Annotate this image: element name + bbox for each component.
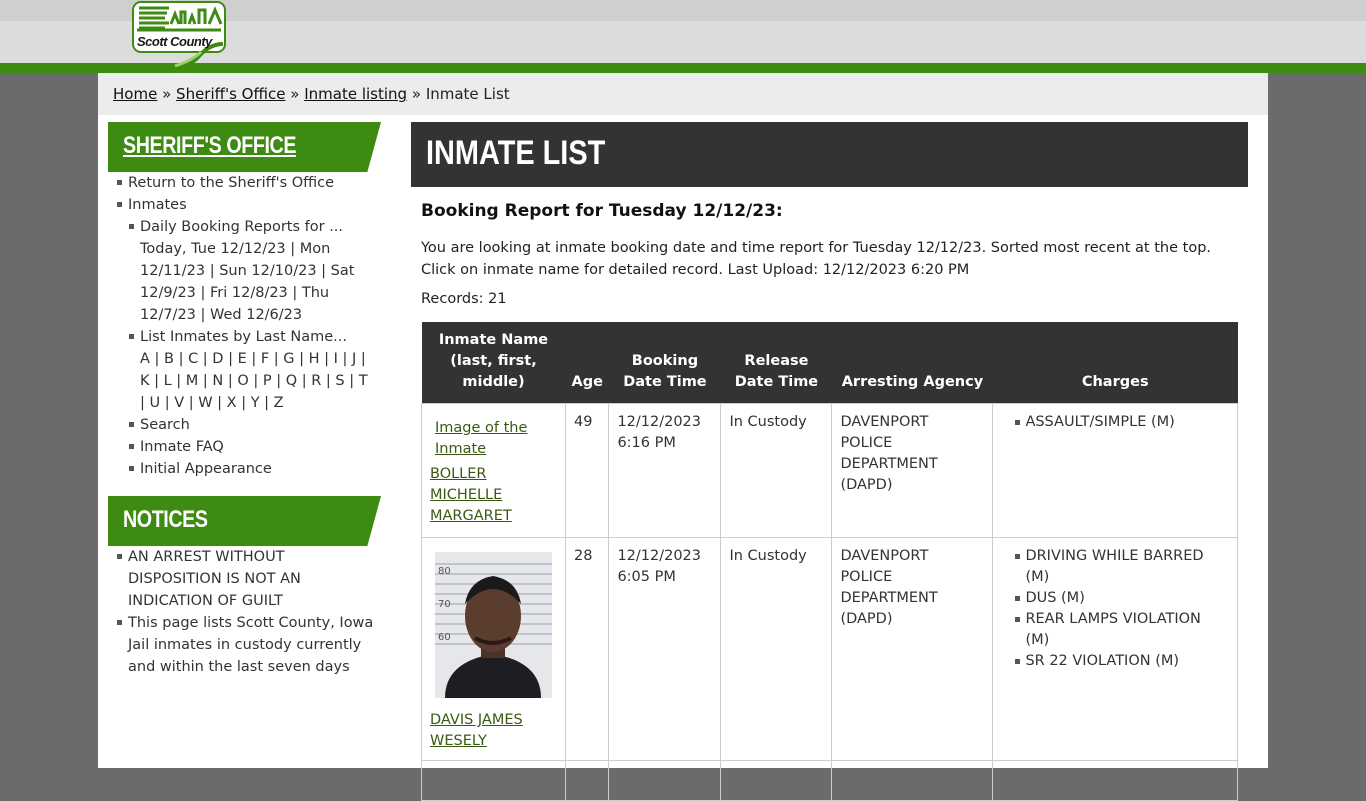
column-header-booking: Booking Date Time [608, 322, 721, 404]
inmate-name-link[interactable]: BOLLER MICHELLE MARGARET [430, 466, 512, 524]
column-header-agency: Arresting Agency [831, 322, 993, 404]
inmate-name-link[interactable]: DAVIS JAMES WESELY [430, 712, 523, 749]
description-line: Click on inmate name for detailed record… [421, 262, 970, 278]
age-cell: 28 [564, 537, 610, 761]
breadcrumb: Home » Sheriff's Office » Inmate listing… [98, 73, 1268, 115]
sidebar-item-return[interactable]: Return to the Sheriff's Office [116, 172, 376, 194]
notice-text: This page lists Scott County, Iowa Jail … [128, 615, 374, 675]
column-header-charges: Charges [992, 322, 1238, 404]
column-header-release: Release Date Time [720, 322, 832, 404]
report-title: Booking Report for Tuesday 12/12/23: [421, 201, 783, 221]
report-description: You are looking at inmate booking date a… [421, 237, 1221, 281]
sidebar-item-label: Inmate FAQ [140, 439, 224, 455]
breadcrumb-separator: » [290, 85, 300, 103]
agency-cell: DAVENPORT POLICE DEPARTMENT (DAPD) [831, 403, 994, 538]
breadcrumb-listing-link[interactable]: Inmate listing [304, 85, 407, 103]
svg-text:60: 60 [438, 632, 451, 643]
sidebar-item-label: Search [140, 417, 190, 433]
inmate-name-cell: 80 70 60 DAVIS JAMES WESELY [421, 537, 566, 761]
sidebar-item-search[interactable]: Search [128, 414, 376, 436]
page-title-text: INMATE LIST [426, 134, 606, 172]
charge-item: ASSAULT/SIMPLE (M) [1015, 412, 1229, 433]
charges-cell [992, 760, 1238, 801]
charge-item: SR 22 VIOLATION (M) [1015, 651, 1229, 672]
sidebar-notices-heading: NOTICES [108, 496, 381, 546]
breadcrumb-home-link[interactable]: Home [113, 85, 157, 103]
sidebar-item-label: Daily Booking Reports for ... [140, 219, 344, 235]
breadcrumb-separator: » [162, 85, 172, 103]
sidebar-item-label: Inmates [128, 197, 187, 213]
age-cell [564, 760, 610, 801]
sidebar-item-list-by-name[interactable]: List Inmates by Last Name... A | B | C |… [128, 326, 376, 414]
charge-item: DUS (M) [1015, 588, 1229, 609]
breadcrumb-sheriff-link[interactable]: Sheriff's Office [176, 85, 285, 103]
daily-report-day-links[interactable]: Today, Tue 12/12/23 | Mon 12/11/23 | Sun… [140, 241, 354, 323]
release-cell [720, 760, 833, 801]
release-cell: In Custody [720, 537, 833, 761]
notice-text: AN ARREST WITHOUT DISPOSITION IS NOT AN … [128, 549, 301, 609]
inmate-photo-image: 80 70 60 [435, 552, 552, 698]
booking-cell: 12/12/2023 6:05 PM [608, 537, 722, 761]
table-row [421, 760, 1238, 801]
sidebar-item-faq[interactable]: Inmate FAQ [128, 436, 376, 458]
inmate-table: Inmate Name (last, first, middle) Age Bo… [421, 322, 1238, 801]
sidebar-item-label: List Inmates by Last Name... [140, 329, 348, 345]
sidebar-sheriff-heading: SHERIFF'S OFFICE [108, 122, 381, 172]
sidebar-item-label: Return to the Sheriff's Office [128, 175, 335, 191]
last-name-letter-links[interactable]: A | B | C | D | E | F | G | H | I | J | … [140, 351, 368, 411]
records-count: Records: 21 [421, 291, 507, 307]
breadcrumb-current: Inmate List [425, 85, 510, 103]
charges-list: DRIVING WHILE BARRED (M) DUS (M) REAR LA… [1001, 546, 1229, 672]
notices-heading-text: NOTICES [123, 506, 208, 533]
column-header-age: Age [565, 322, 609, 404]
booking-cell [608, 760, 722, 801]
description-line: You are looking at inmate booking date a… [421, 240, 1212, 256]
notice-item: This page lists Scott County, Iowa Jail … [116, 612, 376, 678]
inmate-name-cell [421, 760, 566, 801]
age-cell: 49 [564, 403, 610, 538]
inmate-photo[interactable]: 80 70 60 [435, 552, 552, 698]
inmate-name-cell: Image of the Inmate BOLLER MICHELLE MARG… [421, 403, 566, 538]
charges-cell: DRIVING WHILE BARRED (M) DUS (M) REAR LA… [992, 537, 1238, 761]
sidebar-item-initial-appearance[interactable]: Initial Appearance [128, 458, 376, 480]
sheriff-office-heading-link[interactable]: SHERIFF'S OFFICE [123, 132, 296, 159]
booking-cell: 12/12/2023 6:16 PM [608, 403, 722, 538]
notices-list: AN ARREST WITHOUT DISPOSITION IS NOT AN … [116, 546, 376, 678]
charges-list: ASSAULT/SIMPLE (M) [1001, 412, 1229, 433]
page-title: INMATE LIST [411, 122, 1248, 187]
svg-text:70: 70 [438, 599, 451, 610]
breadcrumb-separator: » [411, 85, 422, 103]
table-header-row: Inmate Name (last, first, middle) Age Bo… [421, 322, 1238, 404]
table-row: Image of the Inmate BOLLER MICHELLE MARG… [421, 403, 1238, 538]
sidebar-item-label: Initial Appearance [140, 461, 272, 477]
charge-item: REAR LAMPS VIOLATION (M) [1015, 609, 1229, 651]
page-container: Home » Sheriff's Office » Inmate listing… [98, 73, 1268, 801]
column-header-name: Inmate Name (last, first, middle) [421, 322, 566, 404]
inmate-image-link[interactable]: Image of the Inmate [430, 412, 557, 464]
sidebar-item-daily-reports[interactable]: Daily Booking Reports for ... Today, Tue… [128, 216, 376, 326]
agency-cell [831, 760, 994, 801]
agency-cell: DAVENPORT POLICE DEPARTMENT (DAPD) [831, 537, 994, 761]
notice-item: AN ARREST WITHOUT DISPOSITION IS NOT AN … [116, 546, 376, 612]
release-cell: In Custody [720, 403, 833, 538]
charges-cell: ASSAULT/SIMPLE (M) [992, 403, 1238, 538]
svg-text:80: 80 [438, 566, 451, 577]
charge-item: DRIVING WHILE BARRED (M) [1015, 546, 1229, 588]
logo-text: Scott County [137, 34, 212, 49]
table-row: 80 70 60 DAVIS JAMES WESELY 28 12/12/202… [421, 537, 1238, 761]
sidebar-nav: Return to the Sheriff's Office Inmates D… [116, 172, 376, 480]
sidebar-item-inmates[interactable]: Inmates Daily Booking Reports for ... To… [116, 194, 376, 480]
